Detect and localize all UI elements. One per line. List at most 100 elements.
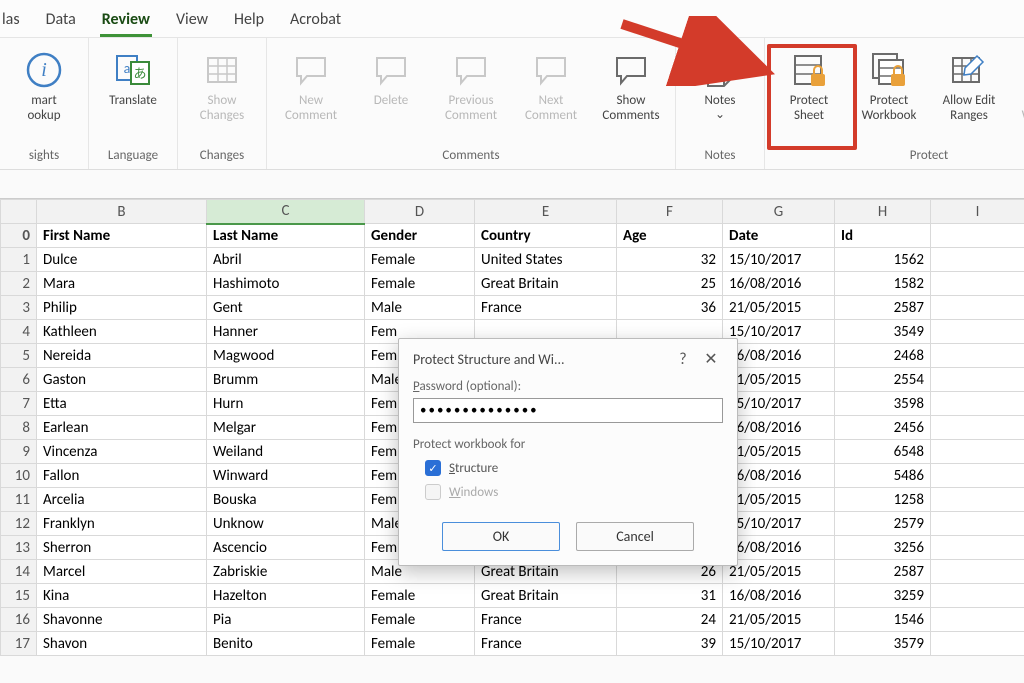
cell[interactable]: France xyxy=(475,632,617,656)
cell[interactable]: Gender xyxy=(365,224,475,248)
cell[interactable] xyxy=(931,560,1024,584)
cell[interactable]: 21/05/2015 xyxy=(723,296,835,320)
cell[interactable]: Unknow xyxy=(207,512,365,536)
row-header[interactable]: 8 xyxy=(1,416,37,440)
cell[interactable]: 21/05/2015 xyxy=(723,440,835,464)
row-header[interactable]: 15 xyxy=(1,584,37,608)
cell[interactable] xyxy=(931,608,1024,632)
cell[interactable]: Franklyn xyxy=(37,512,207,536)
row-header[interactable]: 16 xyxy=(1,608,37,632)
cell[interactable]: Age xyxy=(617,224,723,248)
column-header[interactable]: B xyxy=(37,200,207,224)
cell[interactable] xyxy=(931,488,1024,512)
cell[interactable]: 5486 xyxy=(835,464,931,488)
cell[interactable]: Kina xyxy=(37,584,207,608)
cell[interactable]: France xyxy=(475,296,617,320)
cell[interactable]: 15/10/2017 xyxy=(723,320,835,344)
cell[interactable]: 1582 xyxy=(835,272,931,296)
cell[interactable] xyxy=(931,536,1024,560)
cell[interactable]: 15/10/2017 xyxy=(723,632,835,656)
cell[interactable] xyxy=(931,392,1024,416)
cell[interactable]: 3259 xyxy=(835,584,931,608)
row-header[interactable]: 14 xyxy=(1,560,37,584)
cell[interactable]: Sherron xyxy=(37,536,207,560)
notes-button[interactable]: Notes⌄ xyxy=(682,44,758,127)
column-header[interactable]: D xyxy=(365,200,475,224)
cell[interactable]: 15/10/2017 xyxy=(723,248,835,272)
cell[interactable]: 1546 xyxy=(835,608,931,632)
cell[interactable] xyxy=(931,632,1024,656)
password-input[interactable] xyxy=(413,398,723,423)
cell[interactable]: Female xyxy=(365,608,475,632)
cell[interactable] xyxy=(931,248,1024,272)
ok-button[interactable]: OK xyxy=(442,522,560,551)
cell[interactable]: 16/08/2016 xyxy=(723,584,835,608)
row-header[interactable]: 0 xyxy=(1,224,37,248)
row-header[interactable]: 11 xyxy=(1,488,37,512)
cell[interactable]: Brumm xyxy=(207,368,365,392)
cell[interactable] xyxy=(931,584,1024,608)
cell[interactable]: Zabriskie xyxy=(207,560,365,584)
cell[interactable]: Winward xyxy=(207,464,365,488)
cell[interactable]: 15/10/2017 xyxy=(723,512,835,536)
cell[interactable]: 6548 xyxy=(835,440,931,464)
cell[interactable]: Hurn xyxy=(207,392,365,416)
cell[interactable]: Vincenza xyxy=(37,440,207,464)
cell[interactable]: 3598 xyxy=(835,392,931,416)
cell[interactable]: Female xyxy=(365,272,475,296)
cell[interactable]: Shavon xyxy=(37,632,207,656)
cell[interactable] xyxy=(931,344,1024,368)
translate-button[interactable]: aあTranslate xyxy=(95,44,171,113)
row-header[interactable]: 12 xyxy=(1,512,37,536)
cell[interactable]: Female xyxy=(365,632,475,656)
column-header[interactable]: F xyxy=(617,200,723,224)
cell[interactable]: Nereida xyxy=(37,344,207,368)
row-header[interactable]: 4 xyxy=(1,320,37,344)
cell[interactable]: Melgar xyxy=(207,416,365,440)
dialog-help-button[interactable]: ? xyxy=(669,350,697,369)
row-header[interactable]: 2 xyxy=(1,272,37,296)
tab-las[interactable]: las xyxy=(0,6,22,37)
cell[interactable]: First Name xyxy=(37,224,207,248)
cell[interactable]: 21/05/2015 xyxy=(723,488,835,512)
cell[interactable]: 16/08/2016 xyxy=(723,464,835,488)
cell[interactable]: Bouska xyxy=(207,488,365,512)
cell[interactable]: 15/10/2017 xyxy=(723,392,835,416)
cell[interactable]: Date xyxy=(723,224,835,248)
cell[interactable]: Abril xyxy=(207,248,365,272)
cell[interactable]: Hazelton xyxy=(207,584,365,608)
cell[interactable]: Male xyxy=(365,296,475,320)
cell[interactable]: 1258 xyxy=(835,488,931,512)
protect-sheet-button[interactable]: ProtectSheet xyxy=(771,44,847,128)
cell[interactable]: Last Name xyxy=(207,224,365,248)
cell[interactable]: Great Britain xyxy=(475,584,617,608)
cell[interactable] xyxy=(931,296,1024,320)
cell[interactable]: 25 xyxy=(617,272,723,296)
cell[interactable]: Gent xyxy=(207,296,365,320)
cell[interactable]: 24 xyxy=(617,608,723,632)
cell[interactable]: 16/08/2016 xyxy=(723,272,835,296)
cell[interactable]: 1562 xyxy=(835,248,931,272)
tab-review[interactable]: Review xyxy=(100,6,152,37)
row-header[interactable]: 5 xyxy=(1,344,37,368)
column-header[interactable]: G xyxy=(723,200,835,224)
cell[interactable]: Arcelia xyxy=(37,488,207,512)
cell[interactable]: 2579 xyxy=(835,512,931,536)
column-header[interactable]: H xyxy=(835,200,931,224)
row-header[interactable]: 13 xyxy=(1,536,37,560)
column-header[interactable]: C xyxy=(207,200,365,224)
cell[interactable]: Fallon xyxy=(37,464,207,488)
cell[interactable]: 32 xyxy=(617,248,723,272)
cell[interactable]: France xyxy=(475,608,617,632)
tab-data[interactable]: Data xyxy=(44,6,78,37)
corner-cell[interactable] xyxy=(1,200,37,224)
cell[interactable]: Dulce xyxy=(37,248,207,272)
cell[interactable]: 16/08/2016 xyxy=(723,416,835,440)
dialog-close-button[interactable]: ✕ xyxy=(697,349,725,369)
cell[interactable]: Etta xyxy=(37,392,207,416)
cell[interactable] xyxy=(931,512,1024,536)
cell[interactable]: Weiland xyxy=(207,440,365,464)
row-header[interactable]: 1 xyxy=(1,248,37,272)
cell[interactable]: Kathleen xyxy=(37,320,207,344)
row-header[interactable]: 6 xyxy=(1,368,37,392)
